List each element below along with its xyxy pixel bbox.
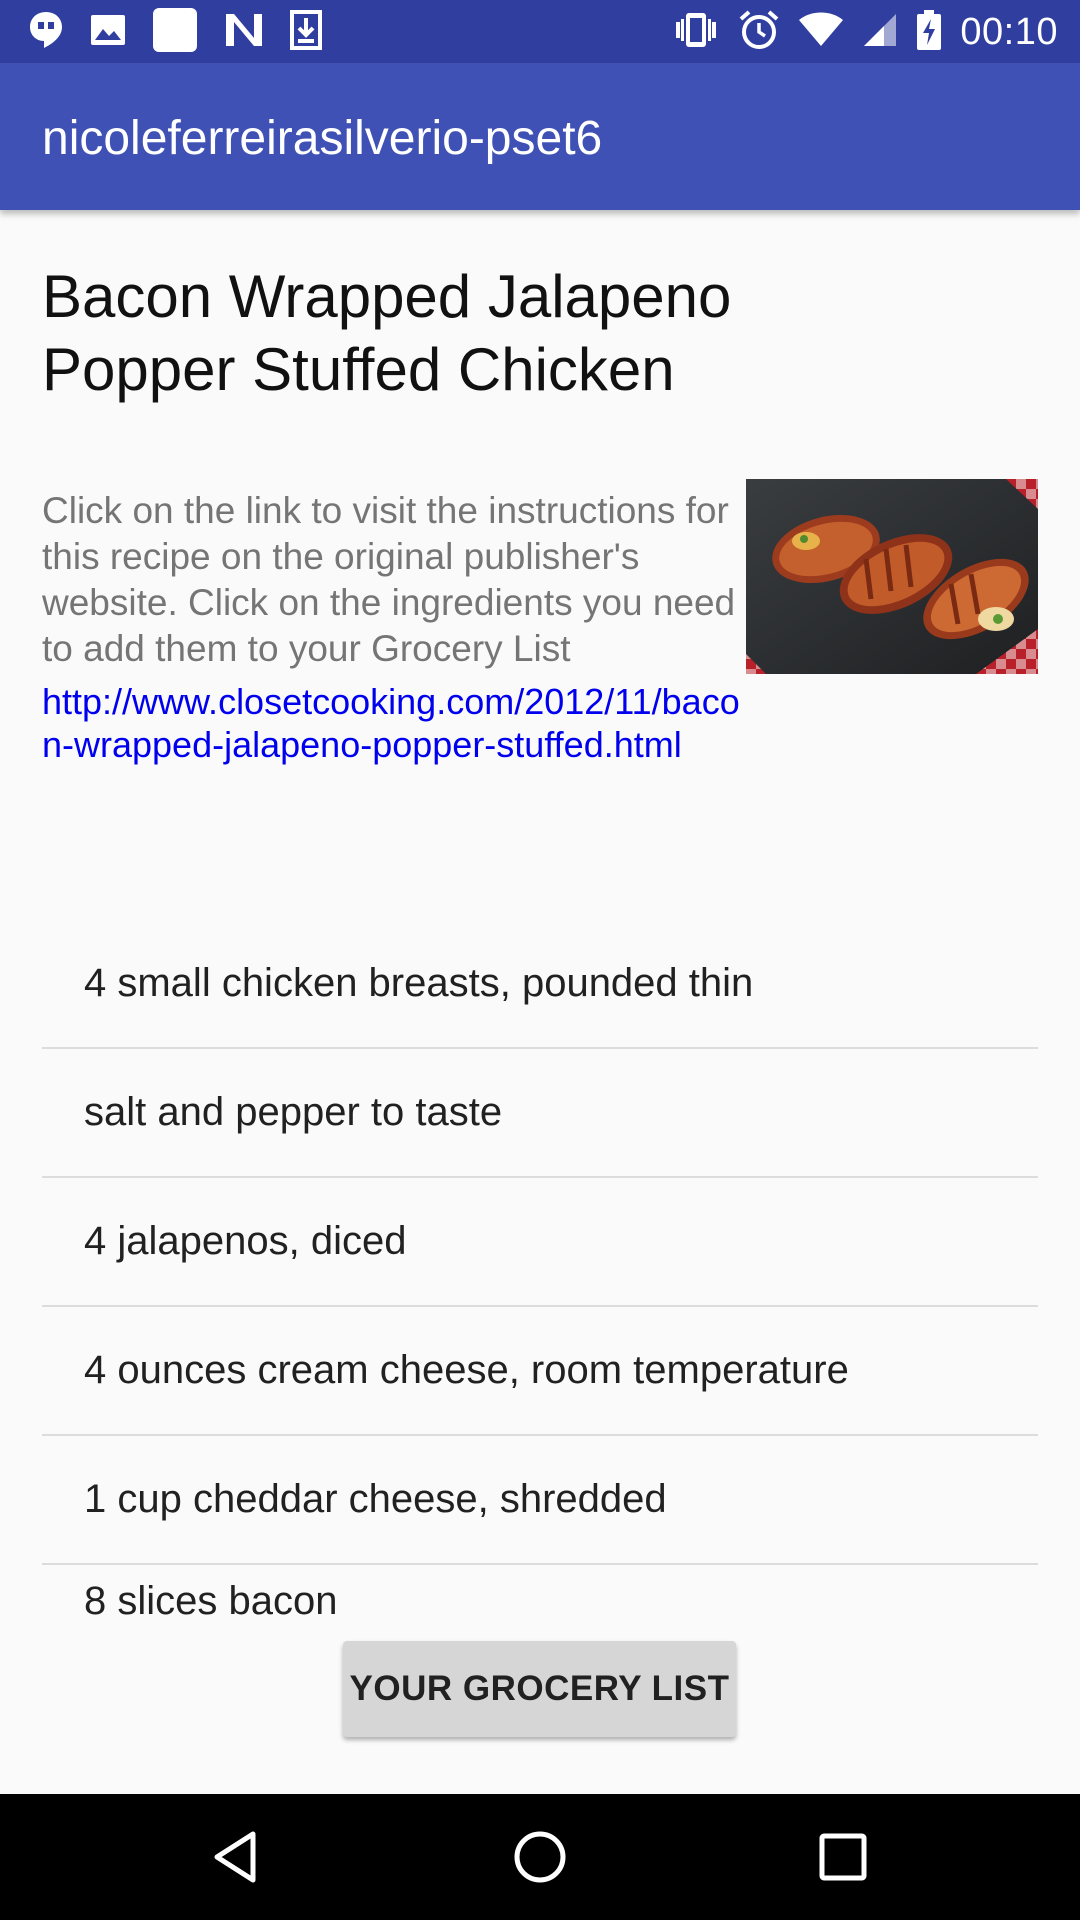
recipe-title: Bacon Wrapped Jalapeno Popper Stuffed Ch…	[42, 263, 732, 403]
recipe-description: Click on the link to visit the instructi…	[42, 490, 736, 669]
app-title: nicoleferreirasilverio-pset6	[42, 112, 603, 165]
back-icon[interactable]	[203, 1824, 269, 1890]
ingredient-item[interactable]: 8 slices bacon	[42, 1565, 1038, 1645]
alarm-icon	[738, 9, 780, 56]
ingredient-item[interactable]: 1 cup cheddar cheese, shredded	[42, 1436, 1038, 1565]
status-bar: 00:10	[0, 0, 1080, 63]
ingredient-item[interactable]: 4 ounces cream cheese, room temperature	[42, 1307, 1038, 1436]
signal-icon	[862, 12, 898, 53]
status-time: 00:10	[960, 10, 1058, 53]
ingredient-item[interactable]: salt and pepper to taste	[42, 1049, 1038, 1178]
image-icon	[90, 12, 126, 53]
download-icon	[290, 9, 322, 55]
n-logo-icon	[224, 12, 264, 53]
ingredient-item[interactable]: 4 jalapenos, diced	[42, 1178, 1038, 1307]
home-icon[interactable]	[507, 1824, 573, 1890]
vibrate-icon	[672, 10, 720, 55]
recipe-photo	[746, 479, 1038, 674]
hangouts-icon	[28, 10, 64, 55]
recipe-detail: Bacon Wrapped Jalapeno Popper Stuffed Ch…	[0, 210, 1080, 1794]
wifi-icon	[798, 12, 844, 53]
recents-icon[interactable]	[810, 1824, 876, 1890]
grocery-list-button[interactable]: YOUR GROCERY LIST	[343, 1641, 736, 1737]
blank-icon	[152, 7, 198, 58]
ingredient-item[interactable]: 4 small chicken breasts, pounded thin	[42, 920, 1038, 1049]
battery-charging-icon	[916, 9, 942, 56]
navigation-bar	[0, 1794, 1080, 1920]
recipe-link[interactable]: http://www.closetcooking.com/2012/11/bac…	[42, 680, 742, 766]
app-bar: nicoleferreirasilverio-pset6	[0, 63, 1080, 210]
